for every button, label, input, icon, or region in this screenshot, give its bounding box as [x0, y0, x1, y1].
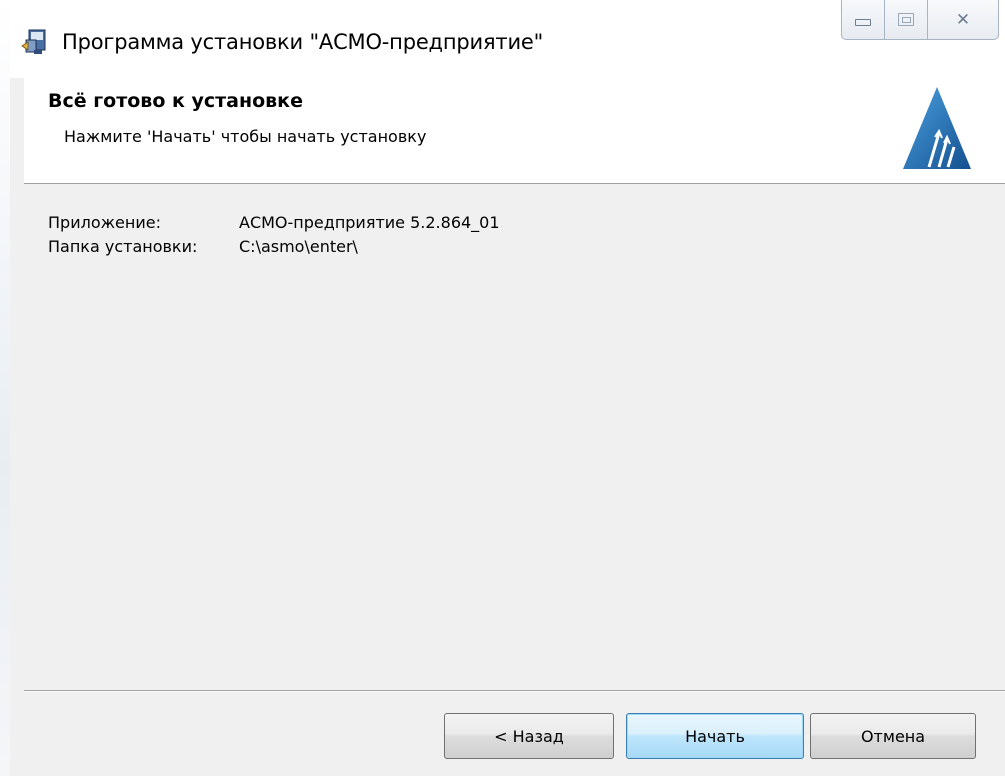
back-button[interactable]: < Назад — [444, 713, 614, 759]
info-row-install-folder: Папка установки: C:\asmo\enter\ — [48, 237, 358, 256]
minimize-icon — [855, 19, 871, 26]
page-title: Всё готово к установке — [48, 90, 303, 112]
window-title: Программа установки "АСМО-предприятие" — [62, 30, 544, 54]
cancel-button[interactable]: Отмена — [810, 713, 976, 759]
header-banner: Всё готово к установке Нажмите 'Начать' … — [24, 78, 1005, 184]
info-row-application: Приложение: АСМО-предприятие 5.2.864_01 — [48, 213, 500, 232]
asmo-logo — [903, 87, 971, 169]
caption-buttons: ✕ — [841, 0, 999, 40]
button-bar: < Назад Начать Отмена — [24, 692, 1005, 776]
close-button[interactable]: ✕ — [927, 0, 999, 40]
installer-window: Программа установки "АСМО-предприятие" ✕… — [10, 0, 1005, 776]
start-button[interactable]: Начать — [626, 713, 804, 759]
application-label: Приложение: — [48, 213, 161, 232]
maximize-icon — [898, 13, 914, 26]
desktop-background — [0, 0, 10, 776]
installer-icon — [21, 29, 46, 54]
summary-panel: Приложение: АСМО-предприятие 5.2.864_01 П… — [24, 185, 1005, 690]
install-folder-value: C:\asmo\enter\ — [239, 237, 358, 256]
maximize-button[interactable] — [884, 0, 928, 40]
page-subtitle: Нажмите 'Начать' чтобы начать установку — [64, 127, 427, 146]
close-icon: ✕ — [955, 9, 971, 30]
application-value: АСМО-предприятие 5.2.864_01 — [239, 213, 500, 232]
minimize-button[interactable] — [841, 0, 885, 40]
title-bar[interactable]: Программа установки "АСМО-предприятие" ✕ — [10, 0, 1005, 78]
install-folder-label: Папка установки: — [48, 237, 198, 256]
